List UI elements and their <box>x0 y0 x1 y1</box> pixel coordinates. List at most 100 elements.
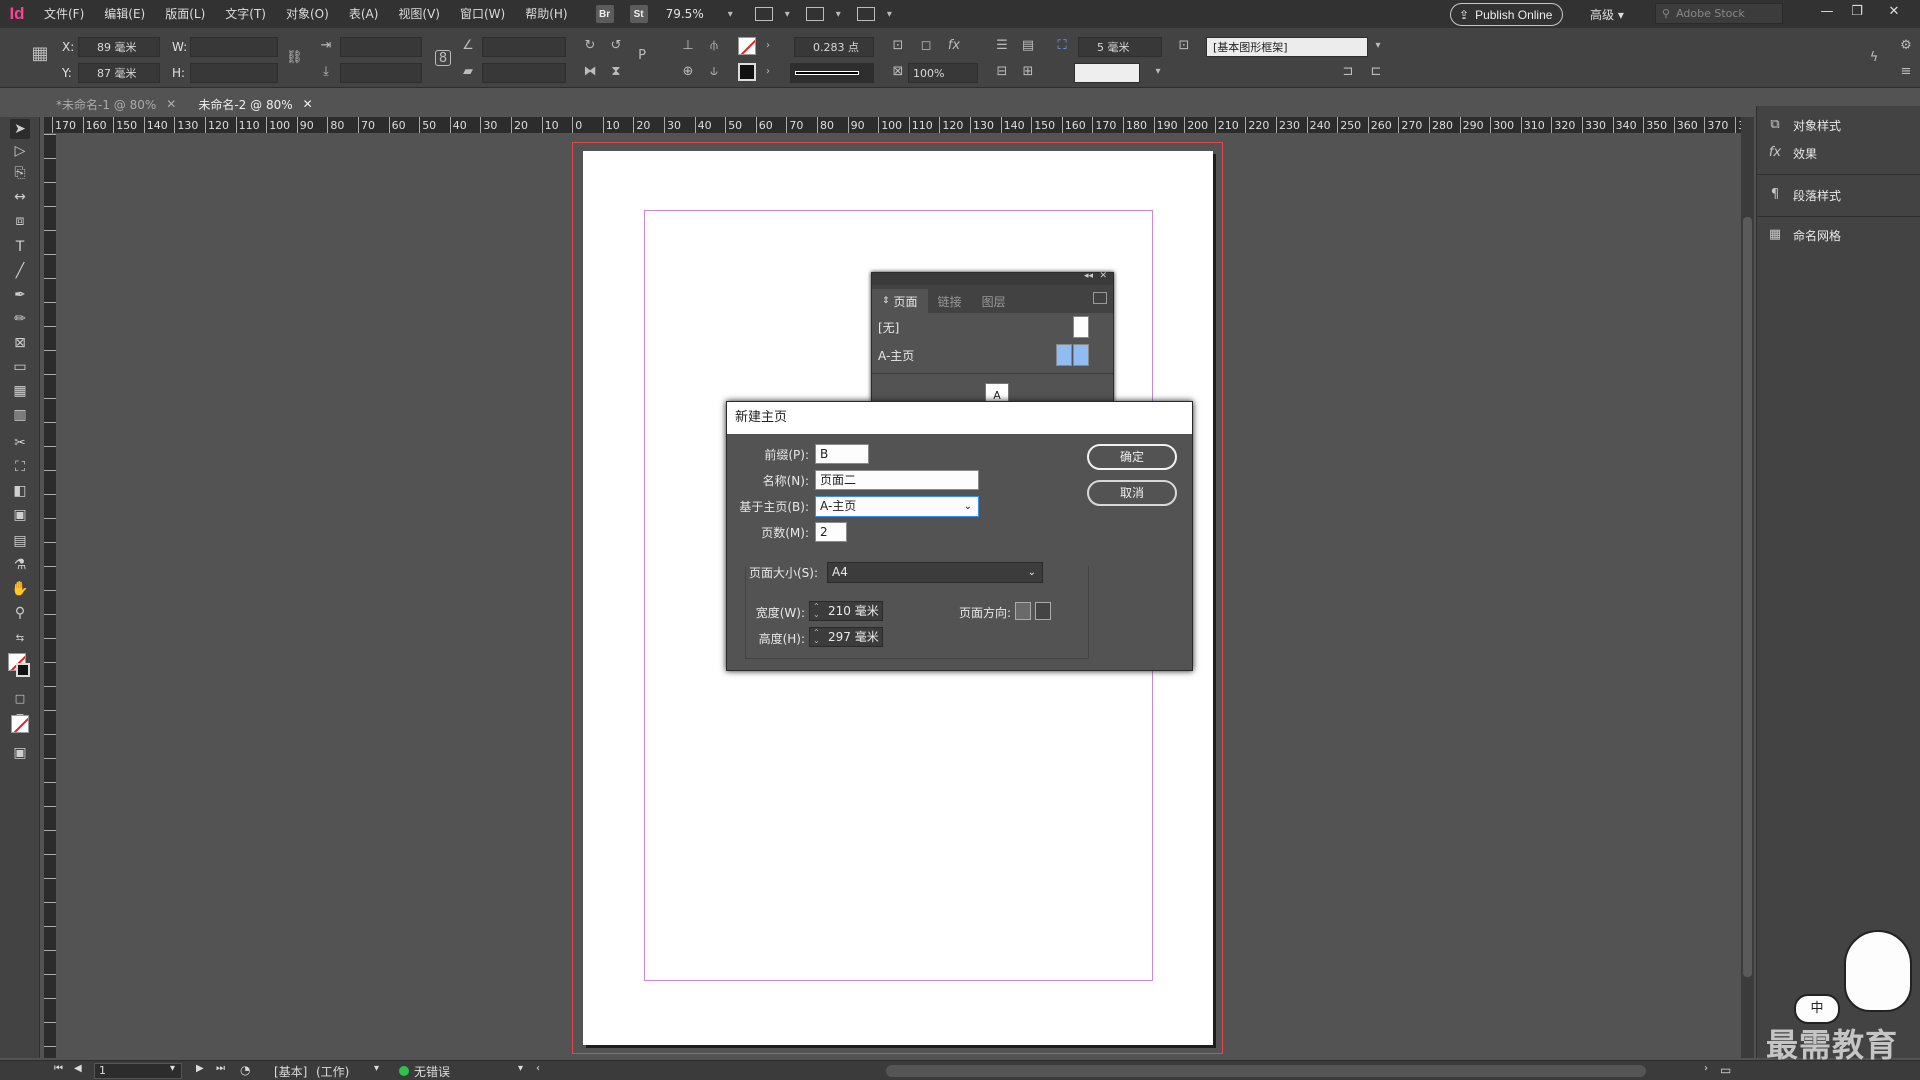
menu-layout[interactable]: 版面(L) <box>155 0 215 28</box>
previous-page-icon[interactable]: ◀ <box>74 1063 82 1074</box>
width-field[interactable] <box>190 37 278 57</box>
zoom-tool-icon[interactable]: ⚲ <box>10 603 30 623</box>
fill-none-swatch[interactable] <box>738 37 756 55</box>
select-previous-icon[interactable]: ⫛ <box>706 38 722 54</box>
panel-menu-icon[interactable]: ≡ <box>1898 64 1914 80</box>
select-container-icon[interactable]: ⊥ <box>680 38 696 54</box>
chevron-right-icon[interactable]: › <box>760 64 776 80</box>
chevron-down-icon[interactable]: ▾ <box>1370 38 1386 54</box>
align-bottom-icon[interactable]: ⊞ <box>1020 64 1036 80</box>
text-on-path-icon[interactable]: P <box>634 48 650 64</box>
menu-table[interactable]: 表(A) <box>339 0 389 28</box>
object-style-select[interactable]: [基本图形框架] <box>1206 37 1368 57</box>
workspace-switcher[interactable]: 高级 ▾ <box>1590 6 1624 23</box>
gradient-tool-icon[interactable]: ◧ <box>10 481 30 501</box>
gear-icon[interactable]: ⚙ <box>1898 38 1914 54</box>
clear-overrides-icon[interactable]: ⊐ <box>1340 64 1356 80</box>
bridge-button[interactable]: Br <box>595 5 614 23</box>
chevron-down-icon[interactable]: ▾ <box>170 1063 175 1074</box>
split-window-icon[interactable]: ▭ <box>1720 1063 1731 1077</box>
line-tool-icon[interactable]: ╱ <box>10 261 30 281</box>
menu-object[interactable]: 对象(O) <box>276 0 339 28</box>
stroke-color-swatch[interactable] <box>738 63 756 81</box>
flip-vertical-icon[interactable]: ⧗ <box>608 64 624 80</box>
apply-none-icon[interactable] <box>11 715 29 733</box>
panel-menu-icon[interactable] <box>1093 292 1107 304</box>
minimize-icon[interactable]: — <box>1815 4 1839 24</box>
first-page-icon[interactable]: ⏮ <box>54 1063 63 1074</box>
prefix-input[interactable]: B <box>815 444 869 464</box>
master-a[interactable]: A-主页 <box>872 341 1113 369</box>
gap-tool-icon[interactable]: ↔ <box>10 187 30 207</box>
chevron-down-icon[interactable]: ▾ <box>518 1063 523 1074</box>
tab-layers[interactable]: 图层 <box>972 289 1016 313</box>
rotate-cw-icon[interactable]: ↻ <box>582 38 598 54</box>
rotate-ccw-icon[interactable]: ↺ <box>608 38 624 54</box>
close-icon[interactable]: ✕ <box>303 97 313 111</box>
scroll-right-icon[interactable]: › <box>1704 1063 1708 1074</box>
link-icon[interactable]: 8 <box>435 50 451 66</box>
y-field[interactable]: 87 毫米 <box>78 63 160 83</box>
page-number-field[interactable]: 1 <box>94 1063 182 1079</box>
close-icon[interactable]: ✕ <box>166 97 176 111</box>
stroke-type-select[interactable] <box>790 63 874 83</box>
content-collector-icon[interactable]: ⧈ <box>10 211 30 231</box>
text-wrap-icon[interactable]: ☰ <box>994 38 1010 54</box>
gap-offset-field[interactable]: 5 毫米 <box>1078 37 1162 57</box>
portrait-icon[interactable] <box>1015 602 1031 620</box>
chevron-down-icon[interactable]: ▾ <box>1150 64 1166 80</box>
close-icon[interactable]: ✕ <box>1099 271 1107 281</box>
height-input[interactable]: ⌃ ⌄ 297 毫米 <box>809 627 883 647</box>
grid-tool-icon[interactable]: ▥ <box>10 405 30 425</box>
opacity-field[interactable]: 100% <box>908 63 978 83</box>
tab-pages[interactable]: ⇕ 页面 <box>872 289 928 313</box>
tab-document-2[interactable]: 未命名-2 @ 80% ✕ <box>186 93 323 115</box>
cancel-button[interactable]: 取消 <box>1087 480 1177 506</box>
horizontal-scroll-thumb[interactable] <box>886 1065 1646 1077</box>
constrain-proportions-icon[interactable]: ⛓ <box>286 50 303 66</box>
select-next-icon[interactable]: ⫝ <box>706 64 722 80</box>
zoom-level[interactable]: 79.5% <box>666 7 704 21</box>
stroke-swatch[interactable] <box>16 663 30 677</box>
landscape-icon[interactable] <box>1035 602 1051 620</box>
x-field[interactable]: 89 毫米 <box>78 37 160 57</box>
ok-button[interactable]: 确定 <box>1087 444 1177 470</box>
next-page-icon[interactable]: ▶ <box>196 1063 204 1074</box>
page-tool-icon[interactable]: ⎘ <box>10 163 30 183</box>
rectangle-tool-icon[interactable]: ▭ <box>10 357 30 377</box>
chevron-down-icon[interactable]: ▾ <box>728 9 733 20</box>
panel-header[interactable]: ◂◂ ✕ <box>872 271 1113 285</box>
adobe-stock-search[interactable]: ⚲ Adobe Stock <box>1655 3 1783 24</box>
name-input[interactable]: 页面二 <box>815 470 979 490</box>
rotation-field[interactable] <box>482 37 566 57</box>
named-grids-panel-button[interactable]: ▦ 命名网格 <box>1767 222 1841 248</box>
paragraph-styles-panel-button[interactable]: ¶ 段落样式 <box>1767 182 1841 208</box>
chevron-down-icon[interactable]: ▾ <box>374 1063 379 1074</box>
gradient-feather-tool-icon[interactable]: ▣ <box>10 505 30 525</box>
menu-type[interactable]: 文字(T) <box>215 0 276 28</box>
wrap-bounding-icon[interactable]: ▤ <box>1020 38 1036 54</box>
drop-shadow-icon[interactable]: ◻ <box>918 38 934 54</box>
note-tool-icon[interactable]: ▤ <box>10 531 30 551</box>
width-input[interactable]: ⌃ ⌄ 210 毫米 <box>809 601 883 621</box>
eyedropper-tool-icon[interactable]: ⚗ <box>10 555 30 575</box>
chevron-down-icon[interactable]: ▾ <box>836 9 841 20</box>
menu-file[interactable]: 文件(F) <box>34 0 94 28</box>
free-transform-tool-icon[interactable]: ⛶ <box>10 457 30 477</box>
master-none[interactable]: [无] <box>872 313 1113 341</box>
hand-tool-icon[interactable]: ✋ <box>10 579 30 599</box>
based-on-select[interactable]: A-主页 ⌄ <box>815 496 979 517</box>
display-mode-icon[interactable] <box>805 7 824 21</box>
restore-icon[interactable]: ❐ <box>1845 4 1869 24</box>
object-styles-panel-button[interactable]: ⧉ 对象样式 <box>1767 112 1841 138</box>
page-thumbnail[interactable]: A <box>985 383 1009 403</box>
lightning-icon[interactable]: ϟ <box>1866 50 1882 66</box>
formatting-affects-container-icon[interactable]: □ T <box>10 689 30 725</box>
align-top-icon[interactable]: ⊟ <box>994 64 1010 80</box>
last-page-icon[interactable]: ⏭ <box>216 1063 225 1074</box>
select-content-icon[interactable]: ⊕ <box>680 64 696 80</box>
stepper-icon[interactable]: ⌃ ⌄ <box>813 603 820 619</box>
table-tool-icon[interactable]: ▦ <box>10 381 30 401</box>
type-tool-icon[interactable]: T <box>10 237 30 257</box>
arrange-documents-icon[interactable] <box>856 7 875 21</box>
